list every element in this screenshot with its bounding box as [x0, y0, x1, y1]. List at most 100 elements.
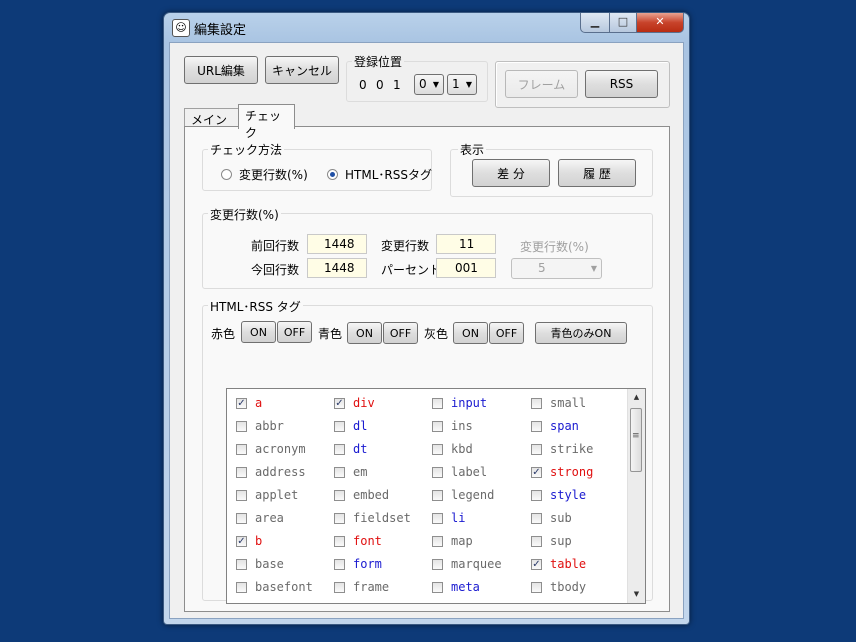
- checked-checkbox-icon[interactable]: ✓: [334, 397, 345, 409]
- tag-item-basefont[interactable]: basefont: [236, 578, 313, 596]
- checkbox-icon[interactable]: [432, 420, 443, 432]
- tag-item-applet[interactable]: applet: [236, 486, 298, 504]
- tag-item-b[interactable]: ✓ b: [236, 532, 262, 550]
- tag-item-font[interactable]: font: [334, 532, 382, 550]
- tag-item-dt[interactable]: dt: [334, 440, 367, 458]
- checkbox-icon[interactable]: [531, 489, 542, 501]
- checkbox-icon[interactable]: [236, 420, 247, 432]
- rss-button[interactable]: RSS: [585, 70, 658, 98]
- tag-item-abbr[interactable]: abbr: [236, 417, 284, 435]
- tag-item-address[interactable]: address: [236, 463, 306, 481]
- url-edit-button[interactable]: URL編集: [184, 56, 258, 84]
- checkbox-icon[interactable]: [432, 466, 443, 478]
- checked-checkbox-icon[interactable]: ✓: [236, 397, 247, 409]
- minimize-button[interactable]: ▁: [580, 13, 610, 33]
- tag-item-meta[interactable]: meta: [432, 578, 480, 596]
- tag-item-dl[interactable]: dl: [334, 417, 367, 435]
- scroll-up-icon[interactable]: ▲: [628, 389, 645, 406]
- tag-item-table[interactable]: ✓ table: [531, 555, 586, 573]
- position-combo-2[interactable]: 1 ▼: [447, 74, 477, 95]
- tag-item-label[interactable]: label: [432, 463, 487, 481]
- tag-item-tbody[interactable]: tbody: [531, 578, 586, 596]
- checkbox-icon[interactable]: [236, 466, 247, 478]
- checkbox-icon[interactable]: [531, 581, 542, 593]
- tag-item-legend[interactable]: legend: [432, 486, 494, 504]
- blue-on-button[interactable]: ON: [347, 322, 382, 344]
- cancel-button[interactable]: キャンセル: [265, 56, 339, 84]
- history-button[interactable]: 履 歴: [558, 159, 636, 187]
- tag-item-kbd[interactable]: kbd: [432, 440, 473, 458]
- checkbox-icon[interactable]: [334, 535, 345, 547]
- checkbox-icon[interactable]: [432, 489, 443, 501]
- tag-item-frame[interactable]: frame: [334, 578, 389, 596]
- tag-item-ins[interactable]: ins: [432, 417, 473, 435]
- scroll-thumb[interactable]: [630, 408, 642, 472]
- blue-off-button[interactable]: OFF: [383, 322, 418, 344]
- checkbox-icon[interactable]: [531, 420, 542, 432]
- checked-checkbox-icon[interactable]: ✓: [236, 535, 247, 547]
- checkbox-icon[interactable]: [236, 443, 247, 455]
- checkbox-icon[interactable]: [236, 558, 247, 570]
- checkbox-icon[interactable]: [236, 489, 247, 501]
- gray-on-button[interactable]: ON: [453, 322, 488, 344]
- tag-item-li[interactable]: li: [432, 509, 465, 527]
- tag-item-a[interactable]: ✓ a: [236, 394, 262, 412]
- checkbox-icon[interactable]: [334, 443, 345, 455]
- scroll-down-icon[interactable]: ▼: [628, 586, 645, 603]
- vertical-scrollbar[interactable]: ▲ ▼: [627, 389, 645, 603]
- threshold-combo[interactable]: 5 ▼: [511, 258, 602, 279]
- tag-item-span[interactable]: span: [531, 417, 579, 435]
- tag-item-em[interactable]: em: [334, 463, 367, 481]
- tag-item-fieldset[interactable]: fieldset: [334, 509, 411, 527]
- gray-off-button[interactable]: OFF: [489, 322, 524, 344]
- checkbox-icon[interactable]: [334, 558, 345, 570]
- radio-html-rss[interactable]: [327, 169, 338, 180]
- tag-item-acronym[interactable]: acronym: [236, 440, 306, 458]
- tab-check[interactable]: チェック: [238, 104, 295, 140]
- tag-item-form[interactable]: form: [334, 555, 382, 573]
- checkbox-icon[interactable]: [334, 420, 345, 432]
- tag-item-small[interactable]: small: [531, 394, 586, 412]
- tag-item-embed[interactable]: embed: [334, 486, 389, 504]
- tag-item-base[interactable]: base: [236, 555, 284, 573]
- radio-change-lines[interactable]: [221, 169, 232, 180]
- checkbox-icon[interactable]: [531, 535, 542, 547]
- maximize-button[interactable]: □: [609, 13, 637, 33]
- checkbox-icon[interactable]: [432, 558, 443, 570]
- tag-checklist[interactable]: ✓ a abbr acronym address applet area ✓ b base base…: [226, 388, 646, 604]
- checkbox-icon[interactable]: [334, 581, 345, 593]
- checkbox-icon[interactable]: [334, 512, 345, 524]
- checkbox-icon[interactable]: [432, 581, 443, 593]
- blue-only-on-button[interactable]: 青色のみON: [535, 322, 627, 344]
- tag-item-style[interactable]: style: [531, 486, 586, 504]
- tag-item-div[interactable]: ✓ div: [334, 394, 375, 412]
- checked-checkbox-icon[interactable]: ✓: [531, 558, 542, 570]
- checkbox-icon[interactable]: [432, 443, 443, 455]
- tag-item-area[interactable]: area: [236, 509, 284, 527]
- tag-item-map[interactable]: map: [432, 532, 473, 550]
- red-off-button[interactable]: OFF: [277, 321, 312, 343]
- checkbox-icon[interactable]: [432, 512, 443, 524]
- checkbox-icon[interactable]: [432, 397, 443, 409]
- tag-item-sup[interactable]: sup: [531, 532, 572, 550]
- checkbox-icon[interactable]: [236, 581, 247, 593]
- close-button[interactable]: ✕: [636, 13, 684, 33]
- tag-item-sub[interactable]: sub: [531, 509, 572, 527]
- checkbox-icon[interactable]: [531, 512, 542, 524]
- tag-item-marquee[interactable]: marquee: [432, 555, 502, 573]
- checkbox-icon[interactable]: [236, 512, 247, 524]
- tag-item-input[interactable]: input: [432, 394, 487, 412]
- tag-item-strong[interactable]: ✓ strong: [531, 463, 593, 481]
- checked-checkbox-icon[interactable]: ✓: [531, 466, 542, 478]
- chevron-down-icon: ▼: [432, 80, 439, 89]
- tag-item-strike[interactable]: strike: [531, 440, 593, 458]
- checkbox-icon[interactable]: [531, 397, 542, 409]
- checkbox-icon[interactable]: [531, 443, 542, 455]
- checkbox-icon[interactable]: [334, 466, 345, 478]
- diff-button[interactable]: 差 分: [472, 159, 550, 187]
- position-combo-1[interactable]: 0 ▼: [414, 74, 444, 95]
- checkbox-icon[interactable]: [432, 535, 443, 547]
- frame-button[interactable]: フレーム: [505, 70, 578, 98]
- red-on-button[interactable]: ON: [241, 321, 276, 343]
- checkbox-icon[interactable]: [334, 489, 345, 501]
